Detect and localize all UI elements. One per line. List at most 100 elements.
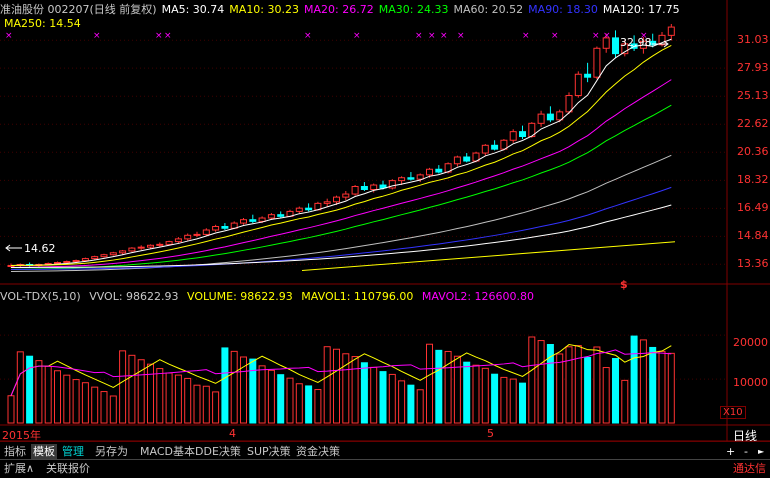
tab-sup-decision[interactable]: SUP决策: [245, 444, 293, 459]
candle[interactable]: [109, 251, 117, 256]
scroll-right-icon[interactable]: ►: [756, 444, 766, 459]
volume-bar: [286, 377, 294, 424]
tab-template[interactable]: 模板: [31, 444, 57, 459]
event-marker-icon[interactable]: ×: [164, 31, 172, 41]
volume-bar: [351, 356, 359, 424]
volume-bar: [26, 355, 34, 424]
volume-bar: [537, 340, 545, 424]
volume-bar: [156, 368, 164, 424]
candle[interactable]: [593, 46, 601, 80]
candle[interactable]: [351, 185, 359, 196]
candle[interactable]: [509, 129, 517, 143]
price-axis-tick-7: 14.84: [737, 229, 769, 243]
volume-bar: [565, 346, 573, 424]
volume-bar: [658, 350, 666, 424]
volume-bar: [519, 382, 526, 424]
event-marker-icon[interactable]: ×: [428, 31, 436, 41]
tab-fund-decision[interactable]: 资金决策: [294, 444, 342, 459]
volume-bar: [230, 350, 238, 424]
event-marker-icon[interactable]: ×: [304, 31, 312, 41]
event-marker-icon[interactable]: ×: [592, 31, 600, 41]
event-marker-icon[interactable]: ×: [93, 31, 101, 41]
ma-label-1: MA10: 30.23: [229, 3, 300, 16]
volume-bar: [612, 358, 619, 424]
ma-label-0: MA5: 30.74: [161, 3, 225, 16]
volume-bar: [72, 379, 80, 424]
candle[interactable]: [556, 109, 564, 123]
volume-bar: [184, 377, 192, 424]
event-marker-icon[interactable]: ×: [155, 31, 163, 41]
volume-header: VOL-TDX(5,10) VVOL: 98622.93 VOLUME: 986…: [0, 290, 539, 303]
price-axis-tick-3: 22.62: [737, 117, 769, 131]
volume-bar: [360, 362, 368, 424]
price-axis-tick-6: 16.49: [737, 201, 769, 215]
volume-bar: [128, 354, 136, 424]
zoom-out-button[interactable]: -: [742, 444, 750, 459]
event-marker-icon[interactable]: ×: [522, 31, 530, 41]
volume-bar: [174, 374, 182, 424]
volume-bar: [416, 389, 424, 424]
volume-bar: [295, 383, 303, 424]
volume-bar: [370, 366, 378, 424]
tab-save-as[interactable]: 另存为: [93, 444, 130, 459]
ma250-label: MA250: 14.54: [4, 17, 81, 30]
ma-label-4: MA60: 20.52: [453, 3, 524, 16]
tdx-logo: 通达信: [733, 462, 766, 475]
candle[interactable]: [388, 179, 396, 190]
vvol-value: VVOL: 98622.93: [89, 290, 179, 303]
zoom-in-button[interactable]: +: [724, 444, 737, 459]
vol-axis-20000: 20000: [733, 336, 768, 349]
volume-bar: [249, 358, 257, 424]
volume-bar: [54, 370, 61, 424]
event-marker-icon[interactable]: ×: [5, 31, 13, 41]
volume-bar: [463, 361, 471, 424]
ma-label-5: MA90: 18.30: [528, 3, 598, 16]
volume-bar: [258, 365, 266, 424]
volume-bar: [472, 364, 480, 424]
tab-indicator[interactable]: 指标: [2, 444, 28, 459]
volume-bar: [574, 345, 582, 424]
candle[interactable]: [100, 253, 108, 258]
related-quotes-button[interactable]: 关联报价: [44, 461, 92, 476]
tab-manage[interactable]: 管理: [60, 444, 86, 459]
volume-bar: [556, 353, 564, 424]
volume-bar: [7, 395, 15, 424]
volume-bar: [379, 371, 387, 424]
volume-bar: [584, 356, 592, 424]
volume-bar: [630, 335, 638, 424]
event-marker-icon[interactable]: ×: [603, 31, 611, 41]
event-marker-icon[interactable]: ×: [551, 31, 559, 41]
volume-bar: [593, 346, 601, 424]
volume-bar: [119, 350, 127, 424]
vol-unit-badge: X10: [720, 406, 746, 419]
event-marker-icon[interactable]: ×: [457, 31, 465, 41]
price-axis-tick-0: 31.03: [737, 33, 769, 47]
volume-bar: [426, 343, 433, 424]
tab-macd-basic[interactable]: MACD基本: [138, 444, 197, 459]
volume-bar: [63, 374, 71, 424]
volume-value: VOLUME: 98622.93: [187, 290, 293, 303]
price-axis-tick-4: 20.36: [737, 145, 769, 159]
vol-axis-10000: 10000: [733, 376, 768, 389]
volume-bar: [91, 386, 99, 424]
volume-bar: [621, 379, 629, 424]
event-marker-icon[interactable]: ×: [440, 31, 448, 41]
candle[interactable]: [128, 247, 136, 252]
event-marker-icon[interactable]: ×: [353, 31, 361, 41]
volume-bar: [221, 347, 229, 424]
date-label-4: 4: [229, 427, 236, 440]
volume-bar: [491, 373, 499, 424]
kline-chart[interactable]: × × × × × × × × × × × × × × ×: [0, 0, 770, 441]
volume-bar: [202, 385, 210, 424]
volume-bar: [509, 378, 517, 424]
candle[interactable]: [91, 255, 99, 260]
event-marker-icon[interactable]: ×: [415, 31, 423, 41]
expand-button[interactable]: 扩展∧: [2, 461, 36, 476]
price-axis-tick-5: 18.32: [737, 173, 769, 187]
volume-bar: [407, 384, 415, 424]
dollar-marker-icon[interactable]: $: [620, 278, 628, 291]
indicator-tab-bar: 指标 模板 管理 另存为 MACD基本 DDE决策 SUP决策 资金决策 + -…: [0, 441, 770, 460]
candle[interactable]: [574, 71, 582, 98]
tab-dde-decision[interactable]: DDE决策: [193, 444, 243, 459]
volume-bar: [453, 355, 461, 424]
